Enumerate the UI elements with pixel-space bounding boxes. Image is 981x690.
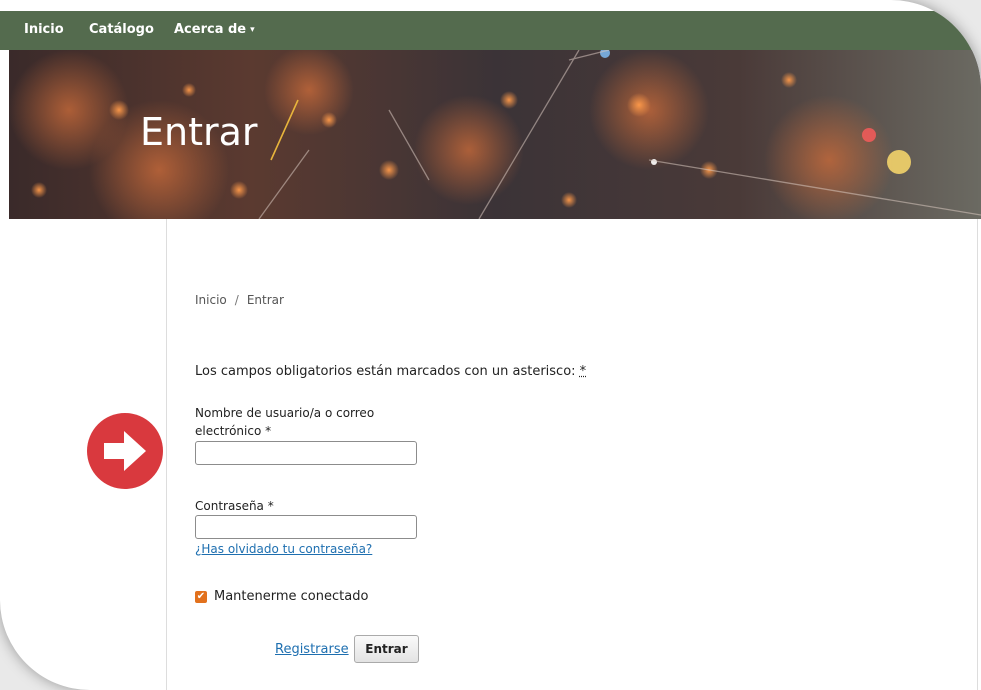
nav-item-catalogo[interactable]: Catálogo [89,22,154,37]
page-banner: Entrar [9,50,981,219]
password-input[interactable] [195,515,417,539]
forgot-password-link[interactable]: ¿Has olvidado tu contraseña? [195,542,372,556]
username-label: Nombre de usuario/a o correo electrónico… [195,406,375,438]
nav-item-inicio[interactable]: Inicio [24,22,64,37]
chevron-down-icon: ▾ [250,25,255,35]
required-asterisk: * [579,364,587,379]
required-fields-note: Los campos obligatorios están marcados c… [195,364,586,379]
breadcrumb: Inicio / Entrar [195,293,284,307]
check-icon[interactable]: ✔ [195,590,207,603]
nav-item-acerca-de-label: Acerca de [174,22,247,37]
right-arrow-icon [87,413,163,489]
remember-me-label: Mantenerme conectado [214,589,369,604]
breadcrumb-current: Entrar [246,293,284,307]
password-label: Contraseña * [195,499,274,513]
top-navbar: Inicio Catálogo Acerca de ▾ [0,11,981,50]
required-note-text: Los campos obligatorios están marcados c… [195,364,576,379]
breadcrumb-home-link[interactable]: Inicio [195,293,227,307]
breadcrumb-separator: / [234,293,239,307]
login-button[interactable]: Entrar [354,635,419,663]
register-link[interactable]: Registrarse [275,642,349,657]
nav-item-acerca-de[interactable]: Acerca de ▾ [174,22,255,37]
remember-me-checkbox[interactable]: ✔ Mantenerme conectado [195,589,368,604]
username-input[interactable] [195,441,417,465]
page-title: Entrar [140,110,258,154]
page-card: Inicio Catálogo Acerca de ▾ Entrar Inici… [0,0,981,690]
